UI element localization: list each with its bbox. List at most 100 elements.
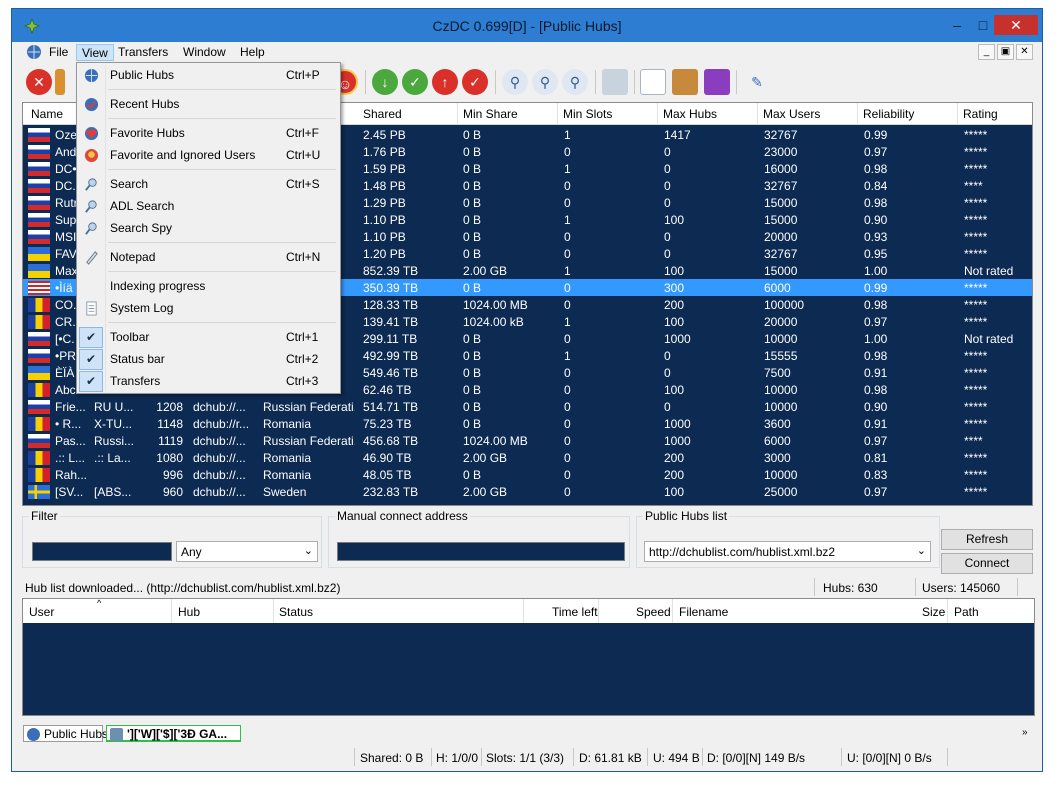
cell-addr: dchub://... [193,485,246,499]
cell-max-users: 15000 [764,196,798,210]
transfers-header: User ^ Hub Status Time left Speed Filena… [23,598,1034,623]
col-max-users[interactable]: Max Users [763,107,820,121]
table-row[interactable]: Frie... RU U... 1208 dchub://... Russian Fed… [23,398,1032,415]
cell-min-slots: 1 [564,162,571,176]
search-spy-icon[interactable]: ⚲ [562,69,588,95]
search-icon[interactable]: ⚲ [502,69,528,95]
col-reliability[interactable]: Reliability [863,107,914,121]
table-row[interactable]: Pas... Russi... 1119 dchub://... Russian Fed… [23,432,1032,449]
notepad-icon[interactable] [640,69,666,95]
menu-item-toolbar[interactable]: ✔ Toolbar Ctrl+1 [79,327,338,348]
cell-users: 1080 [156,451,183,465]
cell-max-hubs: 0 [664,247,671,261]
cell-reliability: 0.98 [864,196,888,210]
cell-rating: Not rated [964,264,1014,278]
menu-item-search[interactable]: Search Ctrl+S [79,174,338,194]
cell-rating: ***** [964,298,988,312]
mdi-minimize-button[interactable]: _ [978,44,995,60]
finished-downloads-icon[interactable]: ✓ [402,69,428,95]
country-flag-icon [28,128,50,142]
window-title: CzDC 0.699[D] - [Public Hubs] [432,18,622,34]
menu-transfers[interactable]: Transfers [113,44,173,61]
menu-item-favorite-hubs[interactable]: Favorite Hubs Ctrl+F [79,123,338,143]
cell-country: Romania [263,451,312,465]
finished-uploads-icon[interactable]: ✓ [462,69,488,95]
table-row[interactable]: • R... X-TU... 1148 dchub://r... Romania 75.2… [23,415,1032,432]
cell-reliability: 0.98 [864,349,888,363]
menu-item-transfers[interactable]: ✔ Transfers Ctrl+3 [79,371,338,392]
col-hub[interactable]: Hub [178,605,200,619]
connect-icon[interactable] [55,69,65,95]
cell-rating: **** [964,434,983,448]
menu-item-adl-search[interactable]: ADL Search [79,196,338,216]
col-filename[interactable]: Filename [679,605,728,619]
menu-item-system-log[interactable]: System Log [79,298,338,318]
cell-reliability: 0.95 [864,247,888,261]
tab-public-hubs[interactable]: Public Hubs [23,725,108,742]
col-shared[interactable]: Shared [363,107,402,121]
menu-window[interactable]: Window [178,44,231,61]
tab-hub[interactable]: ']['W]['$]['3Đ GA... [106,725,241,742]
col-size[interactable]: Size [922,605,945,619]
adl-search-icon[interactable]: ⚲ [532,69,558,95]
col-rating[interactable]: Rating [963,107,998,121]
col-user[interactable]: User [29,605,54,619]
menu-item-notepad[interactable]: Notepad Ctrl+N [79,247,338,267]
col-path[interactable]: Path [954,605,979,619]
transfers-list[interactable]: User ^ Hub Status Time left Speed Filena… [22,598,1035,716]
title-bar[interactable]: CzDC 0.699[D] - [Public Hubs] – □ ✕ [12,9,1042,42]
manual-connect-label: Manual connect address [335,509,470,523]
filter-column-select[interactable]: Any ⌄ [176,541,318,562]
table-row[interactable]: Rah... 996 dchub://... Romania 48.05 TB 0 B 0 2… [23,466,1032,483]
menu-item-public-hubs[interactable]: Public Hubs Ctrl+P [79,65,338,85]
heart-icon [84,126,99,141]
settings-pen-icon[interactable]: ✎ [744,69,770,95]
cell-reliability: 0.84 [864,179,888,193]
menu-item-search-spy[interactable]: Search Spy [79,218,338,238]
table-row[interactable]: [SV... [ABS... 960 dchub://... Sweden 232.83 … [23,483,1032,500]
cell-shared: 350.39 TB [363,281,419,295]
network-stats-icon[interactable] [602,69,628,95]
menu-help[interactable]: Help [235,44,270,61]
col-speed[interactable]: Speed [636,605,671,619]
mdi-restore-button[interactable]: ▣ [997,44,1014,60]
cell-addr: dchub://... [193,451,246,465]
refresh-button[interactable]: Refresh [941,529,1033,550]
manual-connect-input[interactable] [337,542,625,561]
table-row[interactable]: .:: L....:: La... 1080 dchub://... Romania 4… [23,449,1032,466]
menu-item-status-bar[interactable]: ✔ Status bar Ctrl+2 [79,349,338,370]
maximize-button[interactable]: □ [972,15,994,35]
globe-icon[interactable] [26,44,42,60]
col-min-slots[interactable]: Min Slots [563,107,612,121]
minimize-button[interactable]: – [946,15,968,35]
col-name[interactable]: Name [31,107,63,121]
country-flag-icon [28,434,50,448]
menu-item-recent-hubs[interactable]: Recent Hubs [79,94,338,114]
filter-input[interactable] [32,542,172,561]
disconnect-icon[interactable]: ✕ [26,69,52,95]
cell-shared: 549.46 TB [363,366,419,380]
cell-country: Russian Federati... [263,400,355,414]
menu-item-indexing-progress[interactable]: Indexing progress [79,276,338,296]
open-folder-icon[interactable] [672,69,698,95]
col-time-left[interactable]: Time left [552,605,598,619]
col-max-hubs[interactable]: Max Hubs [663,107,717,121]
menu-file[interactable]: File [44,44,73,61]
menu-view[interactable]: View [76,44,114,61]
close-button[interactable]: ✕ [994,15,1038,35]
cell-rating: ***** [964,162,988,176]
col-status[interactable]: Status [279,605,313,619]
cell-max-users: 20000 [764,315,798,329]
tab-scroll-icon[interactable]: » [1022,727,1028,738]
cell-min-slots: 1 [564,128,571,142]
download-queue-icon[interactable]: ↓ [372,69,398,95]
plugins-icon[interactable] [704,69,730,95]
hublist-url-select[interactable]: http://dchublist.com/hublist.xml.bz2 ⌄ [644,541,931,562]
menu-item-favorite-users[interactable]: Favorite and Ignored Users Ctrl+U [79,145,338,165]
connect-button[interactable]: Connect [941,553,1033,574]
mdi-close-button[interactable]: ✕ [1016,44,1033,60]
checkmark-icon: ✔ [79,349,103,370]
cell-max-hubs: 100 [664,485,685,499]
col-min-share[interactable]: Min Share [463,107,518,121]
upload-queue-icon[interactable]: ↑ [432,69,458,95]
